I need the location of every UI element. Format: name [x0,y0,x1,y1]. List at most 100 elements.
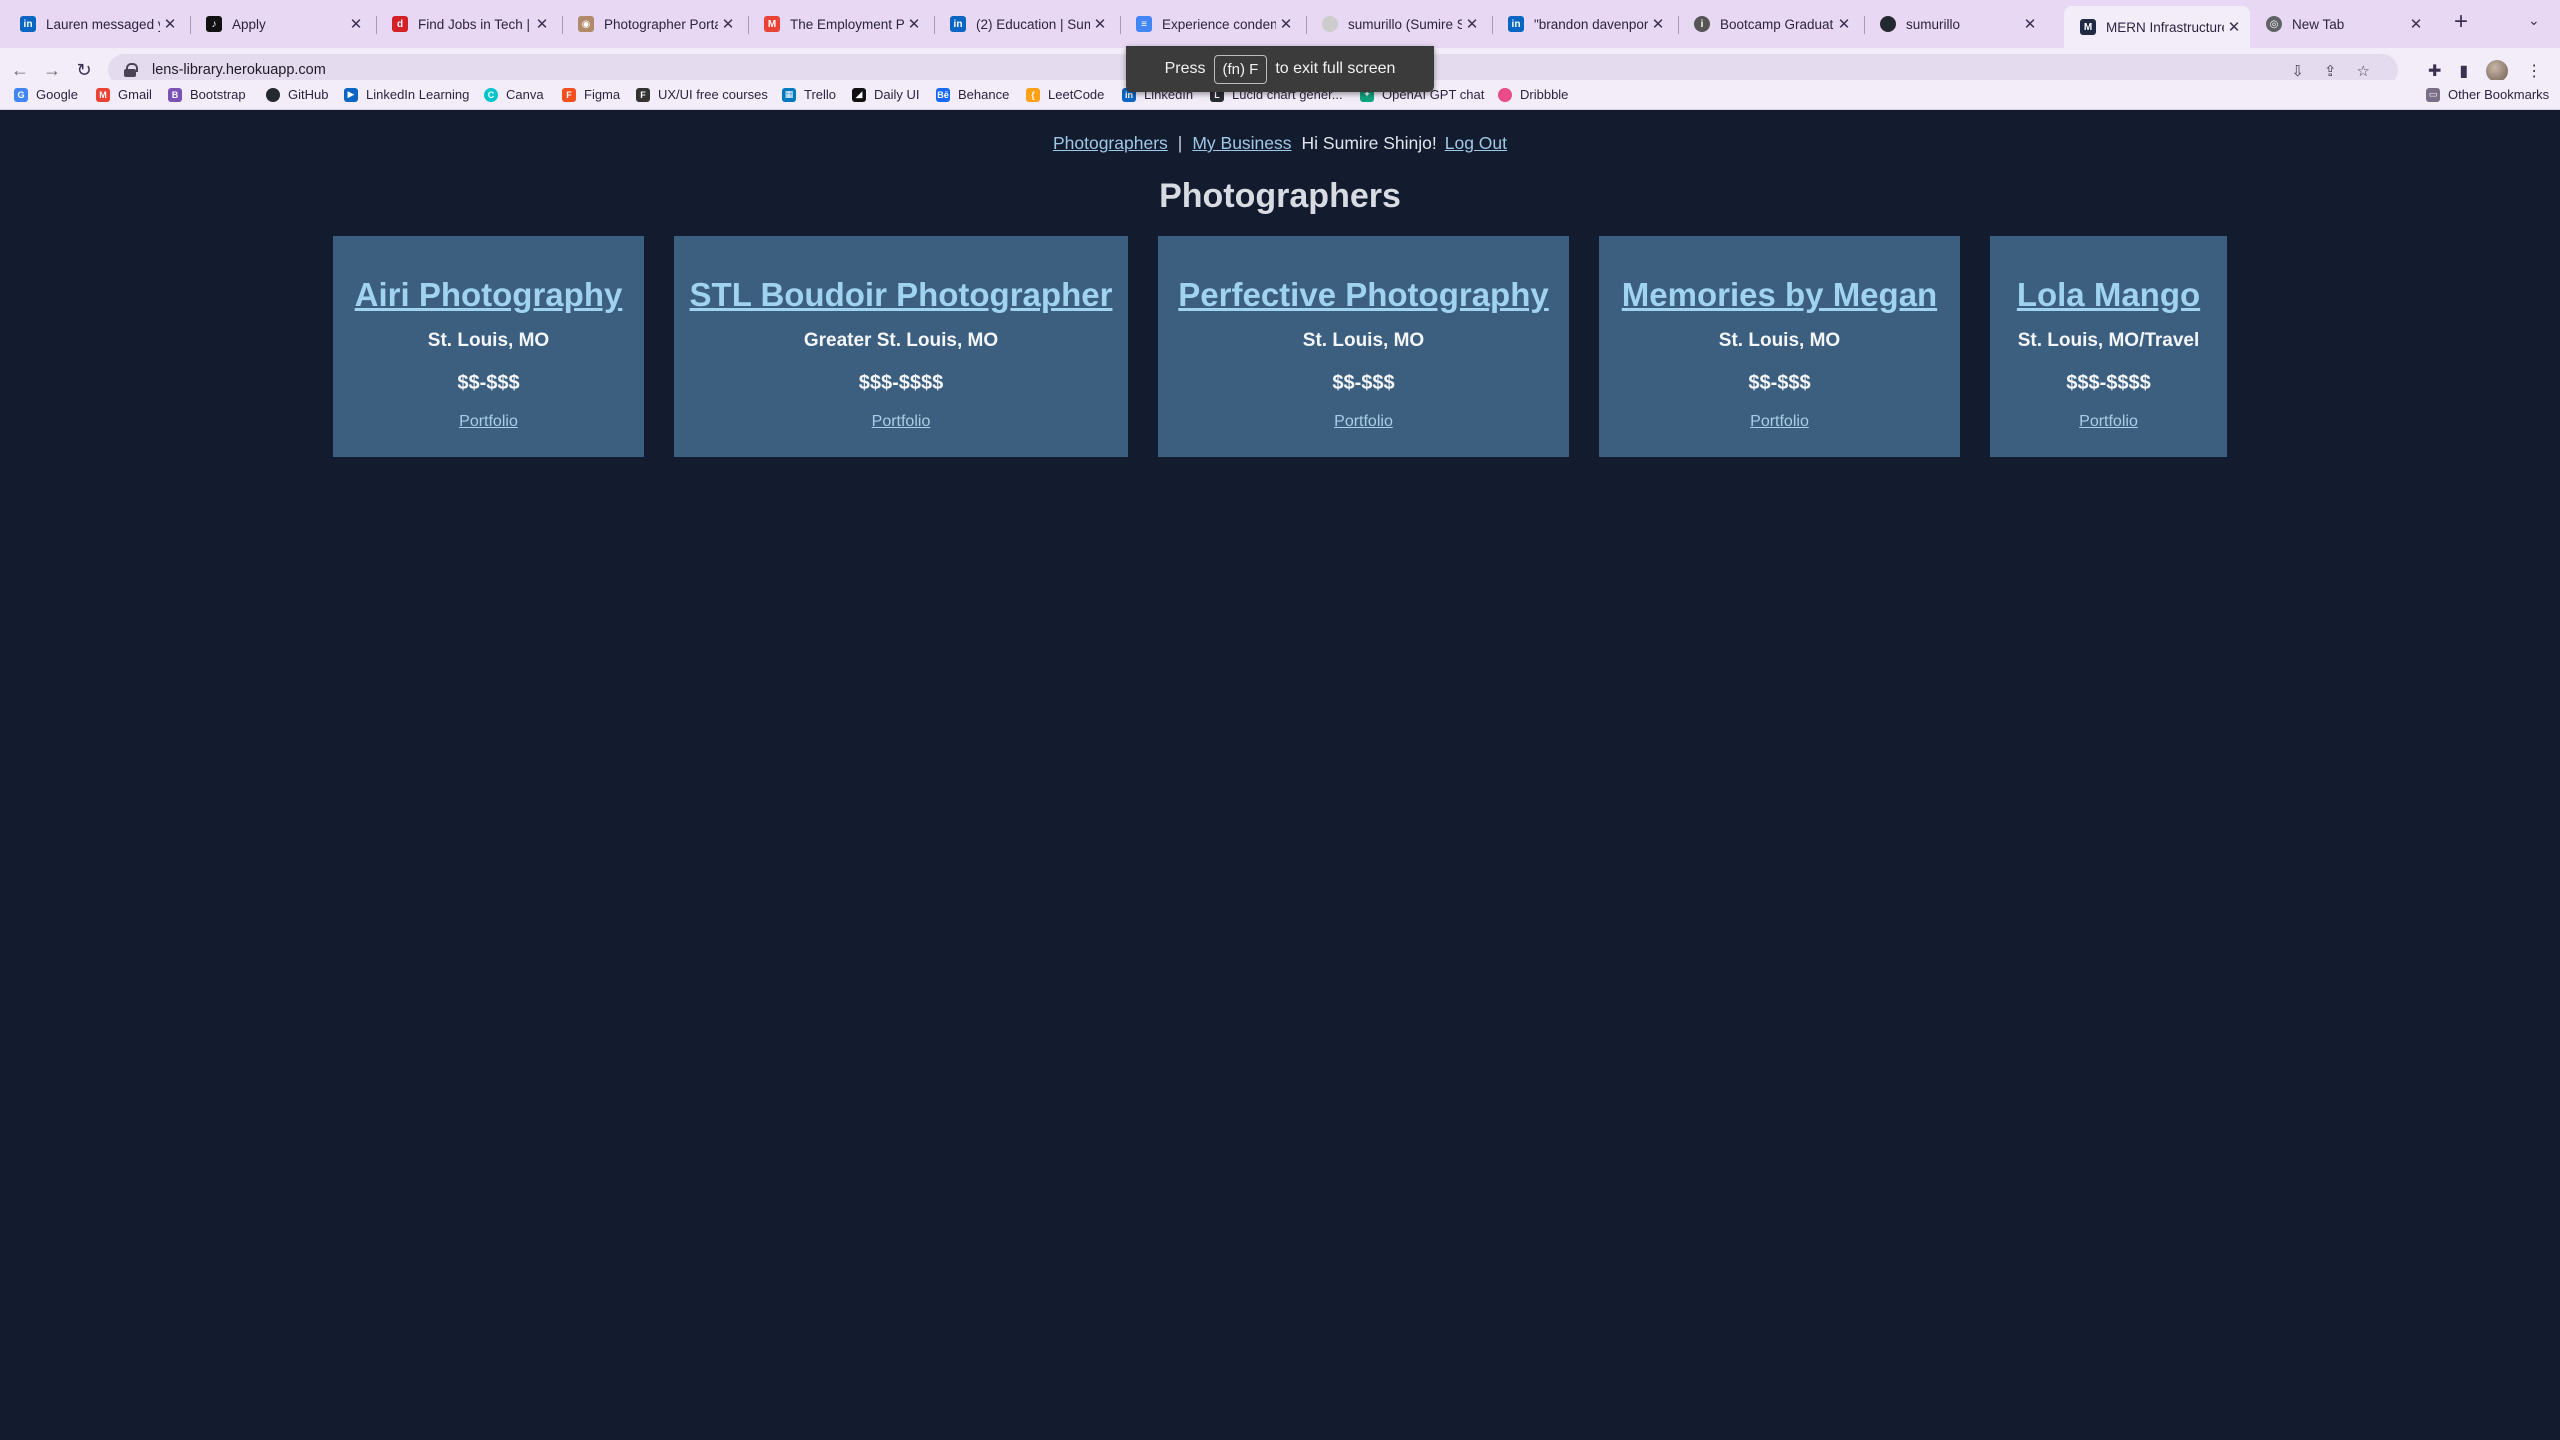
browser-tab[interactable]: ◉ Photographer Portal ✕ [562,8,744,40]
side-panel-icon[interactable]: ▮ [2459,61,2468,81]
tab-title: "brandon davenport" [1534,16,1648,32]
fullscreen-exit-toast: Press (fn) F to exit full screen [1126,46,1434,92]
browser-tab[interactable]: sumurillo (Sumire Shi ✕ [1306,8,1488,40]
bootstrap-icon: B [168,87,182,102]
figma-icon: F [562,87,576,102]
photographer-location: Greater St. Louis, MO [803,330,999,351]
bookmark-item[interactable]: C Canva [484,87,544,102]
close-icon[interactable]: ✕ [160,15,180,33]
photographer-card: Memories by Megan St. Louis, MO $$-$$$ P… [1599,236,1960,457]
browser-tab[interactable]: i Bootcamp Graduate ✕ [1678,8,1860,40]
bookmark-item[interactable]: F Figma [562,87,620,102]
logout-link[interactable]: Log Out [1445,133,1507,153]
nav-my-business-link[interactable]: My Business [1192,133,1291,153]
bookmark-item[interactable]: {LeetCode [1026,87,1104,102]
back-icon[interactable]: ← [8,58,32,82]
chrome-icon: ◎ [2266,16,2282,32]
trello-icon: ▦ [782,87,796,102]
photographer-name-link[interactable]: STL Boudoir Photographer [674,276,1128,314]
photographer-price-range: $$-$$$ [1748,372,1811,394]
reload-icon[interactable]: ↻ [72,58,96,82]
photographer-location: St. Louis, MO [1718,330,1841,351]
browser-tab[interactable]: ≡ Experience condense ✕ [1120,8,1302,40]
close-icon[interactable]: ✕ [718,15,738,33]
canva-icon: C [484,87,498,102]
photographer-location: St. Louis, MO/Travel [2017,330,2200,351]
bookmark-item[interactable]: ▶ LinkedIn Learning [344,87,469,102]
google-docs-icon: ≡ [1136,16,1152,32]
browser-tab[interactable]: M The Employment Proc ✕ [748,8,930,40]
portfolio-link[interactable]: Portfolio [1750,413,1809,431]
leetcode-icon: { [1026,87,1040,102]
photographer-card: Lola Mango St. Louis, MO/Travel $$$-$$$$… [1990,236,2227,457]
close-icon[interactable]: ✕ [1834,15,1854,33]
close-icon[interactable]: ✕ [1090,15,1110,33]
browser-tab[interactable]: sumurillo ✕ [1864,8,2046,40]
close-icon[interactable]: ✕ [2406,15,2426,33]
github-icon [1880,16,1896,32]
close-icon[interactable]: ✕ [346,15,366,33]
browser-tab[interactable]: in (2) Education | Sumir ✕ [934,8,1116,40]
portfolio-link[interactable]: Portfolio [1334,413,1393,431]
page-content: Photographers | My Business Hi Sumire Shinj… [0,111,2560,1440]
forward-icon[interactable]: → [40,58,64,82]
behance-icon: Bē [936,87,950,102]
bookmark-item[interactable]: B Bootstrap [168,87,246,102]
tab-title: (2) Education | Sumir [976,16,1090,32]
close-icon[interactable]: ✕ [1276,15,1296,33]
close-icon[interactable]: ✕ [1648,15,1668,33]
extensions-icon[interactable]: ✚ [2428,61,2441,81]
photographer-name-link[interactable]: Lola Mango [1990,276,2227,314]
bookmark-item[interactable]: Dribbble [1498,87,1568,102]
bookmark-star-icon[interactable]: ☆ [2357,62,2370,80]
menu-kebab-icon[interactable]: ⋮ [2526,61,2542,81]
browser-tab-active[interactable]: M MERN Infrastructure ✕ [2064,6,2250,48]
photographer-name-link[interactable]: Airi Photography [333,276,644,314]
bookmark-item[interactable]: G Google [14,87,78,102]
profile-avatar[interactable] [2486,60,2509,82]
tab-title: Photographer Portal [604,16,718,32]
photographer-name-link[interactable]: Memories by Megan [1599,276,1960,314]
portfolio-link[interactable]: Portfolio [459,413,518,431]
bookmark-item[interactable]: ▦ Trello [782,87,836,102]
gmail-icon: M [96,87,110,102]
bookmark-item[interactable]: Bē Behance [936,87,1009,102]
dice-icon: d [392,16,408,32]
tab-title: Apply [232,16,266,32]
tab-title: Lauren messaged you [46,16,160,32]
close-icon[interactable]: ✕ [2020,15,2040,33]
nav-photographers-link[interactable]: Photographers [1053,133,1168,153]
tab-title: Bootcamp Graduate [1720,16,1834,32]
url-text[interactable]: lens-library.herokuapp.com [152,62,326,78]
tiktok-icon: ♪ [206,16,222,32]
new-tab-icon[interactable]: + [2448,10,2474,36]
bookmark-item[interactable]: ◢ Daily UI [852,87,920,102]
tab-title: New Tab [2292,16,2345,32]
fn-f-key: (fn) F [1213,54,1268,84]
share-icon[interactable]: ⇪ [2324,62,2337,80]
photographer-price-range: $$-$$$ [457,372,520,394]
portfolio-link[interactable]: Portfolio [872,413,931,431]
install-app-icon[interactable]: ⇩ [2291,62,2304,80]
bookmark-item[interactable]: GitHub [266,87,328,102]
close-icon[interactable]: ✕ [904,15,924,33]
user-greeting: Hi Sumire Shinjo! [1301,133,1437,153]
linkedin-icon: in [950,16,966,32]
browser-tab[interactable]: d Find Jobs in Tech | Di ✕ [376,8,558,40]
photographer-price-range: $$$-$$$$ [2066,372,2151,394]
browser-tab[interactable]: in Lauren messaged you ✕ [4,8,186,40]
browser-tab[interactable]: ♪ Apply ✕ [190,8,372,40]
browser-tab[interactable]: in "brandon davenport" ✕ [1492,8,1674,40]
close-icon[interactable]: ✕ [1462,15,1482,33]
page-title: Photographers [1159,177,1401,215]
browser-tab[interactable]: ◎ New Tab ✕ [2250,8,2432,40]
portfolio-link[interactable]: Portfolio [2079,413,2138,431]
photographer-location: St. Louis, MO [427,330,550,351]
tab-search-chevron-icon[interactable]: ⌄ [2528,12,2540,29]
bookmark-item[interactable]: F UX/UI free courses [636,87,768,102]
close-icon[interactable]: ✕ [532,15,552,33]
other-bookmarks[interactable]: ▭ Other Bookmarks [2426,87,2549,102]
bookmark-item[interactable]: M Gmail [96,87,152,102]
close-icon[interactable]: ✕ [2224,18,2244,36]
photographer-name-link[interactable]: Perfective Photography [1158,276,1569,314]
